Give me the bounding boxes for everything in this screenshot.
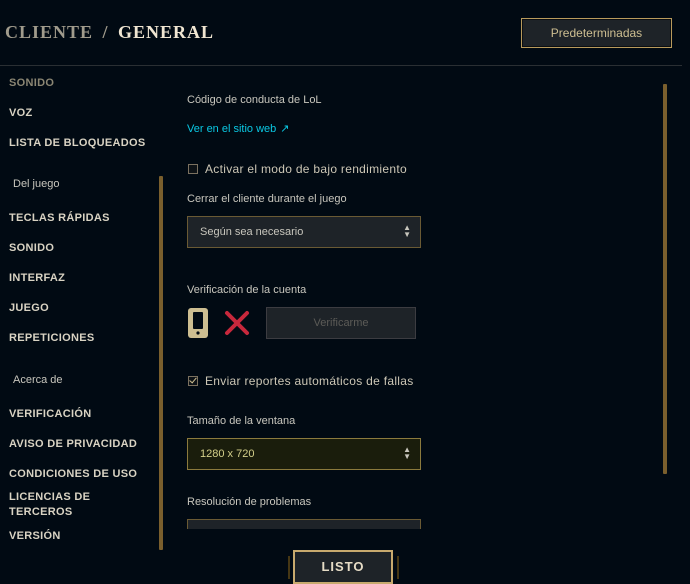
close-client-label: Cerrar el cliente durante el juego [187, 193, 347, 205]
done-button-rail-left [288, 556, 290, 579]
sidebar-section-about: Acerca de [13, 374, 63, 386]
crash-reports-label: Enviar reportes automáticos de fallas [205, 374, 414, 388]
sidebar-item-client-sound[interactable]: SONIDO [9, 76, 149, 91]
troubleshooting-control[interactable] [187, 519, 421, 529]
breadcrumb: CLIENTE / GENERAL [5, 22, 214, 43]
window-size-label: Tamaño de la ventana [187, 415, 296, 427]
content-scrollbar[interactable] [663, 84, 667, 474]
verify-me-button[interactable]: Verificarme [266, 307, 416, 339]
sidebar-item-interface[interactable]: INTERFAZ [9, 271, 149, 286]
external-link-icon: ↗ [280, 123, 290, 135]
sidebar-item-privacy-notice[interactable]: AVISO DE PRIVACIDAD [9, 437, 149, 452]
restore-defaults-button[interactable]: Predeterminadas [521, 18, 672, 48]
sidebar-item-block-list[interactable]: LISTA DE BLOQUEADOS [9, 136, 149, 151]
close-client-dropdown[interactable]: Según sea necesario ▲ ▼ [187, 216, 421, 248]
code-of-conduct-link[interactable]: Ver en el sitio web ↗ [187, 122, 290, 135]
sidebar-item-hotkeys[interactable]: TECLAS RÁPIDAS [9, 211, 149, 226]
sidebar-item-third-party-licenses[interactable]: LICENCIAS DE TERCEROS [9, 490, 109, 520]
sidebar-item-replays[interactable]: REPETICIONES [9, 331, 149, 346]
low-spec-mode-label: Activar el modo de bajo rendimiento [205, 162, 407, 176]
breadcrumb-parent: CLIENTE [5, 22, 94, 42]
crash-reports-checkbox[interactable] [188, 376, 198, 386]
x-mark-icon [225, 311, 249, 335]
breadcrumb-separator: / [102, 22, 109, 42]
sidebar-item-game[interactable]: JUEGO [9, 301, 149, 316]
breadcrumb-current: GENERAL [118, 22, 215, 42]
code-of-conduct-link-text[interactable]: Ver en el sitio web [187, 123, 276, 135]
chevron-up-down-icon: ▲ ▼ [403, 445, 411, 461]
low-spec-mode-checkbox[interactable] [188, 164, 198, 174]
settings-content: Código de conducta de LoL Ver en el siti… [187, 66, 667, 536]
window-size-dropdown[interactable]: 1280 x 720 ▲ ▼ [187, 438, 421, 470]
settings-header: CLIENTE / GENERAL Predeterminadas [0, 0, 690, 66]
sidebar-section-in-game: Del juego [13, 178, 60, 190]
sidebar-item-voice[interactable]: VOZ [9, 106, 149, 121]
sidebar-item-verification[interactable]: VERIFICACIÓN [9, 407, 149, 422]
sidebar-item-terms-of-use[interactable]: CONDICIONES DE USO [9, 467, 149, 482]
sidebar-item-game-sound[interactable]: SONIDO [9, 241, 149, 256]
done-button-rail-right [397, 556, 399, 579]
chevron-up-down-icon: ▲ ▼ [403, 223, 411, 239]
troubleshooting-label: Resolución de problemas [187, 496, 312, 508]
code-of-conduct-label: Código de conducta de LoL [187, 94, 322, 106]
sidebar-scrollbar[interactable] [159, 176, 163, 550]
low-spec-mode-checkbox-row[interactable]: Activar el modo de bajo rendimiento [188, 162, 407, 176]
sidebar-item-version[interactable]: VERSIÓN [9, 529, 149, 544]
phone-icon [188, 308, 208, 338]
account-verification-label: Verificación de la cuenta [187, 284, 307, 296]
close-client-value: Según sea necesario [200, 226, 304, 238]
crash-reports-checkbox-row[interactable]: Enviar reportes automáticos de fallas [188, 374, 414, 388]
settings-sidebar: SONIDO VOZ LISTA DE BLOQUEADOS Del juego… [0, 66, 165, 551]
window-size-value: 1280 x 720 [200, 448, 255, 460]
